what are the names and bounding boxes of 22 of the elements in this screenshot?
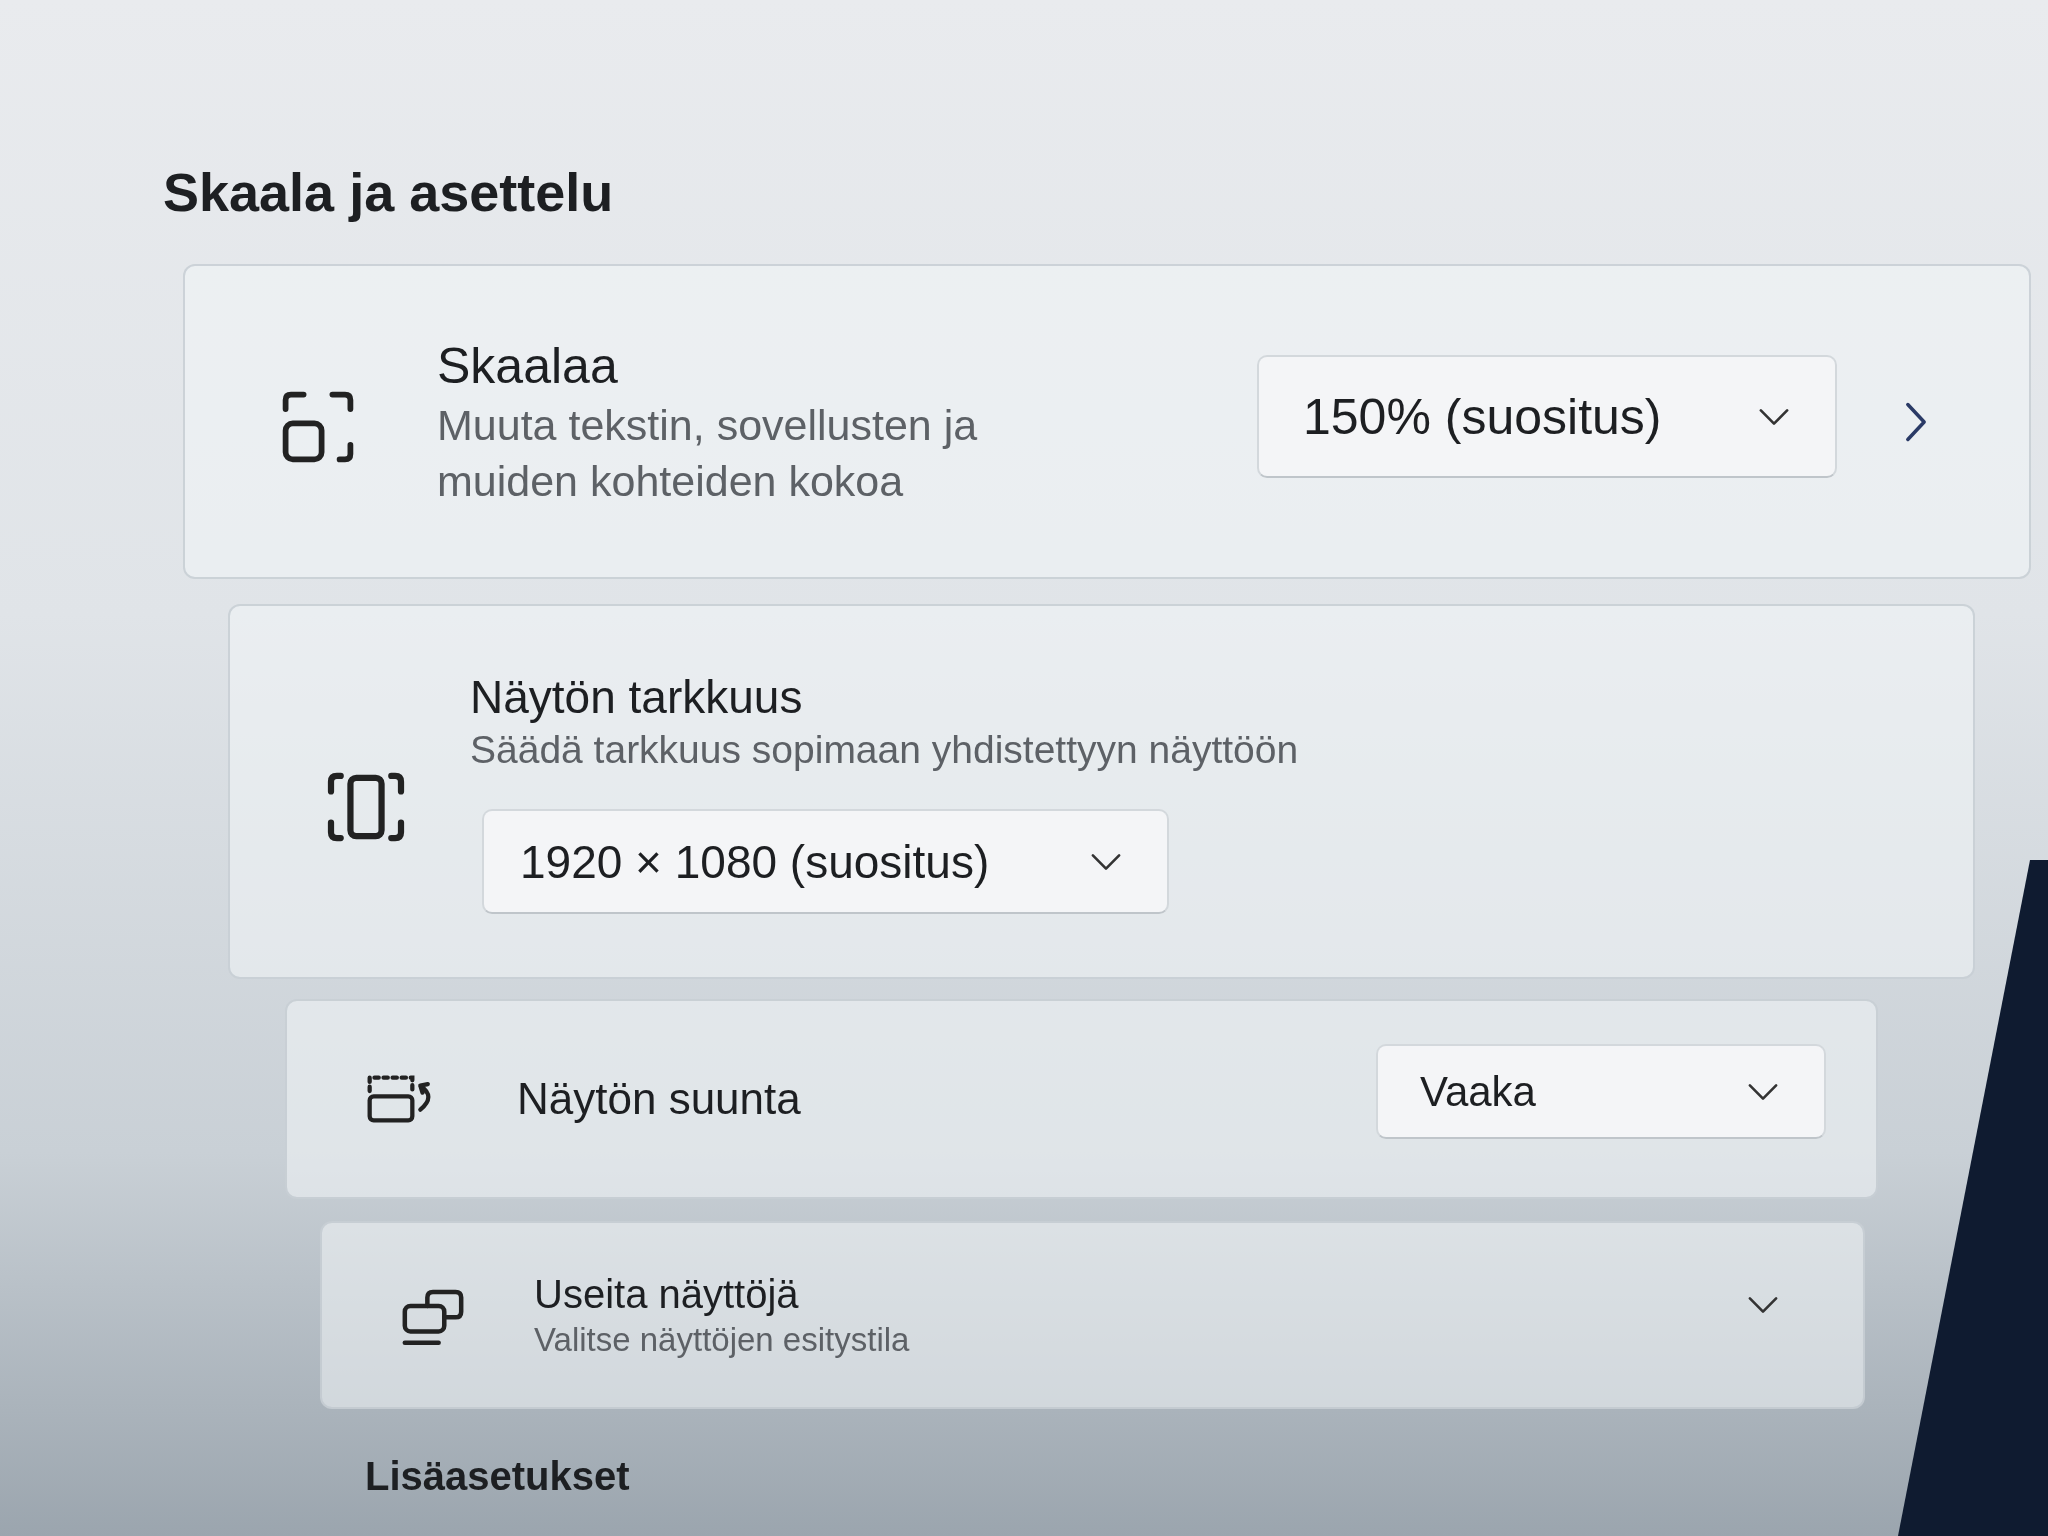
settings-card[interactable]: Useita näyttöjä Valitse näyttöjen esitystila	[320, 1221, 1865, 1409]
setting-title: Useita näyttöjä	[534, 1271, 799, 1318]
chevron-down-icon	[1091, 852, 1121, 871]
setting-description: Säädä tarkkuus sopimaan yhdistettyyn näyttöön	[470, 727, 1299, 773]
setting-title: Näytön suunta	[517, 1073, 801, 1125]
dropdown[interactable]: 150% (suositus)	[1257, 355, 1837, 478]
setting-title: Skaalaa	[437, 336, 618, 396]
chevron-down-icon	[1748, 1082, 1778, 1101]
resize-icon	[282, 390, 354, 463]
chevron-down-icon	[1759, 407, 1789, 426]
settings-card[interactable]: Skaalaa Muuta tekstin, sovellusten ja muiden kohteiden kokoa 150% (suositus)	[183, 264, 2031, 579]
section-heading: Skaala ja asettelu	[163, 161, 614, 224]
setting-title: Näytön tarkkuus	[470, 670, 803, 725]
chevron-down-icon[interactable]	[1748, 1296, 1778, 1314]
setting-description: Valitse näyttöjen esitystila	[534, 1320, 910, 1360]
dropdown[interactable]: Vaaka	[1376, 1044, 1826, 1139]
multiple-displays-icon	[402, 1289, 464, 1347]
setting-description: Muuta tekstin, sovellusten ja muiden kohteiden kokoa	[437, 399, 979, 507]
display-frame-icon	[325, 771, 407, 842]
dropdown[interactable]: 1920 × 1080 (suositus)	[482, 809, 1169, 914]
section-heading: Lisäasetukset	[365, 1453, 630, 1500]
chevron-right-icon[interactable]	[1904, 400, 1928, 443]
